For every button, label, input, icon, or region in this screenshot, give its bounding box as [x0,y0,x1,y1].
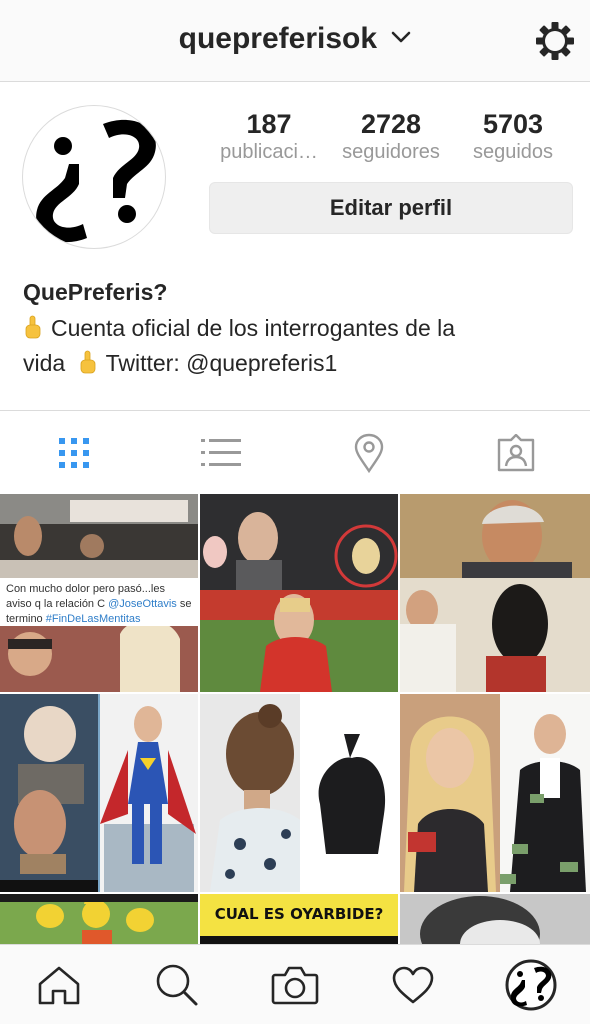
tab-grid[interactable] [0,411,148,494]
gear-icon[interactable] [532,18,578,64]
question-marks-logo-icon [36,119,156,243]
post-tile-5[interactable] [200,694,398,892]
nav-profile[interactable] [472,945,590,1024]
post-tile-7[interactable] [0,894,198,944]
post-tile-4[interactable] [0,694,198,892]
post-image [0,894,198,944]
username-title: quepreferisok [178,22,378,55]
bottom-navigation [0,944,590,1024]
camera-icon [271,966,319,1004]
bio-twitter[interactable]: Twitter: @quepreferis1 [106,350,338,376]
top-bar: quepreferisok [0,0,590,82]
bio-line-2-start: vida [23,350,66,376]
profile-bio: Cuenta oficial de los interrogantes de l… [23,311,568,381]
post-tile-3[interactable] [400,494,590,692]
post-tile-2[interactable] [200,494,398,692]
grid-icon [58,437,89,468]
avatar[interactable] [22,105,166,249]
list-icon [201,438,242,466]
stat-posts[interactable]: 187 publicaci… [208,109,330,165]
post-image [0,694,198,892]
post-image [200,694,398,892]
post-tile-8[interactable]: CUAL ES OYARBIDE? [200,894,398,944]
stat-label: seguidores [342,141,440,163]
pointing-up-hand-icon [25,315,41,339]
stat-label: seguidos [472,141,554,163]
post-image [400,694,590,892]
search-icon [156,964,198,1005]
tagged-photo-icon [498,433,535,471]
location-pin-icon [354,433,383,473]
post-image [400,494,590,692]
username-switcher[interactable]: quepreferisok [0,22,590,56]
heart-icon [392,966,434,1003]
profile-section: 187 publicaci… 2728 seguidores 5703 segu… [0,83,590,410]
stat-label: publicaci… [220,141,318,163]
stat-followers[interactable]: 2728 seguidores [330,109,452,165]
display-name: QuePreferis? [23,279,168,305]
post-image [400,894,590,944]
tab-location[interactable] [295,411,443,494]
profile-view-tabs [0,410,590,494]
stat-value: 187 [246,109,292,139]
post-caption: Con mucho dolor pero pasó...les aviso q … [0,578,198,626]
pointing-up-hand-icon [80,350,95,374]
profile-stats: 187 publicaci… 2728 seguidores 5703 segu… [208,109,574,165]
post-tile-9[interactable] [400,894,590,944]
tab-list[interactable] [148,411,296,494]
post-tile-6[interactable] [400,694,590,892]
stat-value: 2728 [360,109,422,139]
bio-line-1: Cuenta oficial de los interrogantes de l… [51,315,456,341]
stat-value: 5703 [482,109,544,139]
nav-camera[interactable] [236,945,354,1024]
nav-search[interactable] [118,945,236,1024]
posts-grid: Con mucho dolor pero pasó...les aviso q … [0,494,590,944]
post-tile-1[interactable]: Con mucho dolor pero pasó...les aviso q … [0,494,198,692]
post-divider [200,936,398,944]
chevron-down-icon [392,31,411,43]
nav-home[interactable] [0,945,118,1024]
nav-activity[interactable] [354,945,472,1024]
tab-tagged[interactable] [443,411,590,494]
profile-avatar-icon [505,959,557,1010]
post-image [200,494,398,692]
home-icon [38,966,80,1004]
post-banner-text: CUAL ES OYARBIDE? [200,898,398,938]
stat-following[interactable]: 5703 seguidos [452,109,574,165]
edit-profile-button[interactable]: Editar perfil [209,182,573,234]
